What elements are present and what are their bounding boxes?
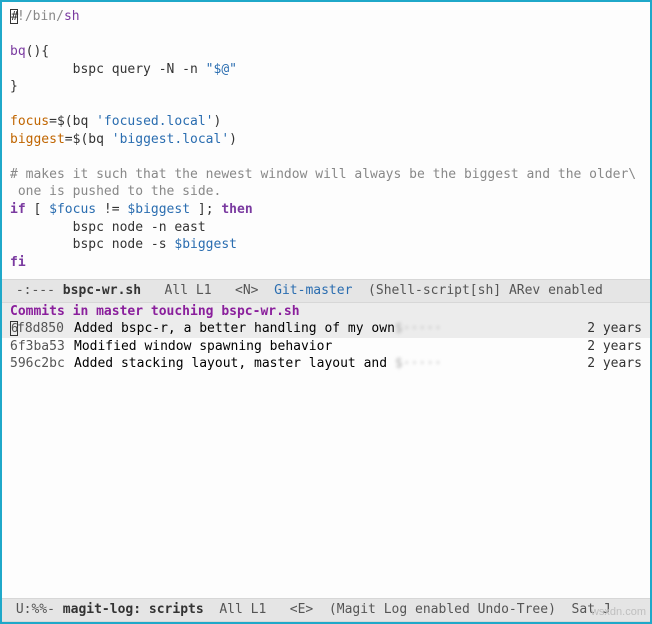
commit-row[interactable]: 6f8d850 Added bspc-r, a better handling … [2, 320, 650, 338]
modeline-status: -:--- [8, 283, 63, 298]
modeline-modes: (Magit Log enabled Undo-Tree) Sat J [313, 602, 610, 617]
commit-message: Added bspc-r, a better handling of my ow… [74, 320, 579, 338]
commit-message: Added stacking layout, master layout and… [74, 355, 579, 373]
assign2-lhs: biggest [10, 132, 65, 147]
modeline-modes: (Shell-script[sh] ARev enabled [352, 283, 602, 298]
if-body-2-var: $biggest [174, 237, 237, 252]
commit-hash-text: f8d850 [17, 321, 64, 336]
modeline-status: U:%%- [8, 602, 63, 617]
commit-truncated-icon: $····· [395, 356, 442, 371]
assign2-close: ) [229, 132, 237, 147]
assign1-str: 'focused.local' [96, 114, 213, 129]
func-close: } [10, 79, 18, 94]
assign2-open: =$(bq [65, 132, 112, 147]
commit-row[interactable]: 6f3ba53 Modified window spawning behavio… [2, 338, 650, 356]
commit-message-text: Modified window spawning behavior [74, 339, 332, 354]
commit-age: 2 years [579, 320, 642, 338]
modeline-bottom[interactable]: U:%%- magit-log: scripts All L1 <E> (Mag… [2, 598, 650, 622]
then-keyword: then [221, 202, 252, 217]
modeline-vc: Git-master [258, 283, 352, 298]
assign1-lhs: focus [10, 114, 49, 129]
fi-keyword: fi [10, 255, 26, 270]
assign1-open: =$(bq [49, 114, 96, 129]
commit-message-text: Added stacking layout, master layout and [74, 356, 395, 371]
shebang-sh: sh [64, 9, 80, 24]
editor-buffer[interactable]: #!/bin/sh bq(){ bspc query -N -n "$@" } … [2, 2, 650, 279]
commit-age: 2 years [579, 338, 642, 356]
commit-age: 2 years [579, 355, 642, 373]
if-open: [ [26, 202, 49, 217]
modeline-pos: All L1 [204, 602, 290, 617]
modeline-filename: magit-log: scripts [63, 602, 204, 617]
comment-line-2: one is pushed to the side. [10, 184, 221, 199]
commit-hash: 6f8d850 [10, 320, 74, 338]
if-body-2-pre: bspc node -s [10, 237, 174, 252]
watermark: wsxdn.com [591, 605, 646, 620]
if-mid: != [96, 202, 127, 217]
if-keyword: if [10, 202, 26, 217]
if-close: ]; [190, 202, 221, 217]
commit-message: Modified window spawning behavior [74, 338, 579, 356]
shebang-prefix: !/bin/ [17, 9, 64, 24]
modeline-mode-ind: <N> [235, 283, 258, 298]
commit-row[interactable]: 596c2bc Added stacking layout, master la… [2, 355, 650, 373]
magit-log-buffer[interactable]: Commits in master touching bspc-wr.sh 6f… [2, 303, 650, 622]
func-open: (){ [26, 44, 49, 59]
commit-hash: 596c2bc [10, 355, 74, 373]
if-body-1: bspc node -n east [10, 220, 206, 235]
commit-truncated-icon: $····· [395, 321, 442, 336]
modeline-mode-ind: <E> [290, 602, 313, 617]
assign1-close: ) [214, 114, 222, 129]
commit-message-text: Added bspc-r, a better handling of my ow… [74, 321, 395, 336]
comment-line-1: # makes it such that the newest window w… [10, 167, 636, 182]
emacs-frame: #!/bin/sh bq(){ bspc query -N -n "$@" } … [0, 0, 652, 624]
commit-hash: 6f3ba53 [10, 338, 74, 356]
if-var2: $biggest [127, 202, 190, 217]
if-var1: $focus [49, 202, 96, 217]
modeline-top[interactable]: -:--- bspc-wr.sh All L1 <N> Git-master (… [2, 279, 650, 303]
func-body-indent: bspc query -N -n [10, 62, 206, 77]
modeline-pos: All L1 [141, 283, 235, 298]
modeline-filename: bspc-wr.sh [63, 283, 141, 298]
empty-area [2, 373, 650, 599]
func-body-str: "$@" [206, 62, 237, 77]
func-name: bq [10, 44, 26, 59]
commits-header: Commits in master touching bspc-wr.sh [2, 303, 650, 321]
assign2-str: 'biggest.local' [112, 132, 229, 147]
